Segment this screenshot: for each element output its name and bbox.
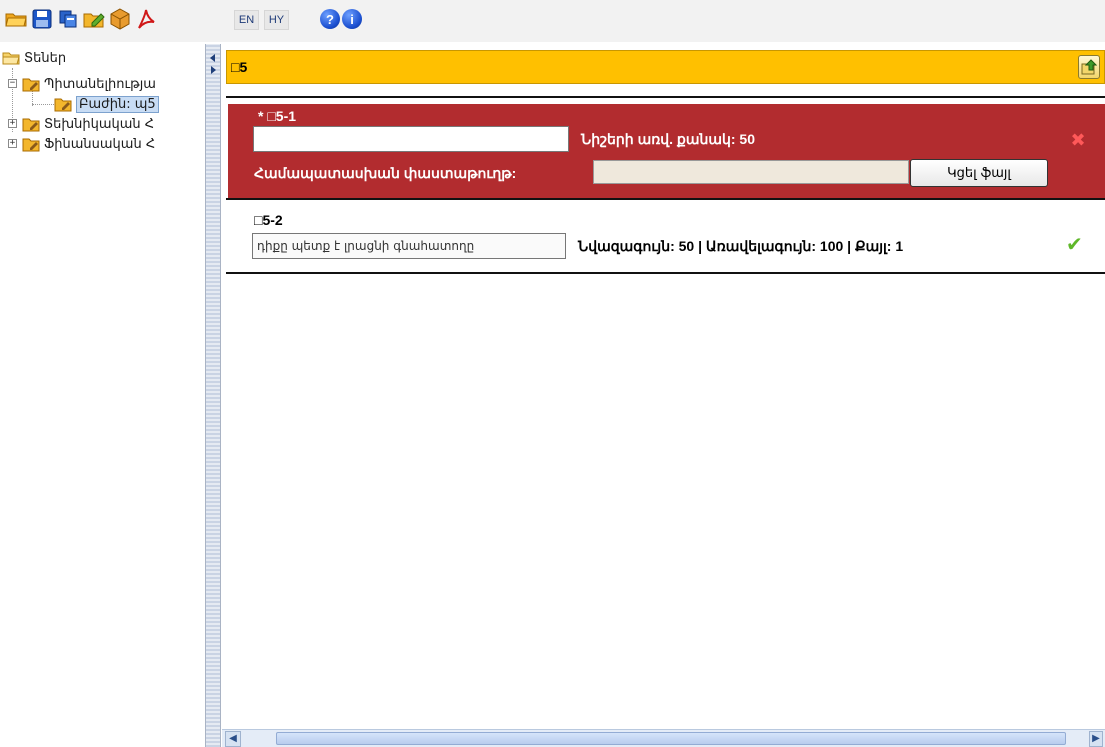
collapse-left-icon[interactable] (209, 52, 217, 76)
char-limit-label: Նիշերի առվ. քանակ: 50 (581, 131, 755, 147)
folder-open-icon (2, 52, 20, 65)
edit-icon[interactable] (82, 7, 106, 31)
remove-icon[interactable]: ✖ (1070, 132, 1086, 150)
tree-connector (32, 104, 54, 105)
language-hy-button[interactable]: HY (264, 10, 289, 30)
question-item-error: * □5-1 Նիշերի առվ. քանակ: 50 Համապատասխա… (228, 104, 1105, 198)
tree-item-section[interactable]: Բաժին: պ5 (54, 94, 159, 114)
info-icon[interactable]: i (342, 9, 362, 29)
help-icon[interactable]: ? (320, 9, 340, 29)
folder-pencil-icon (22, 118, 40, 132)
attach-file-button[interactable]: Կցել ֆայլ (910, 159, 1048, 187)
tree-root[interactable]: Տեներ (2, 48, 66, 68)
divider (226, 96, 1105, 98)
question-title: □5-2 (254, 212, 283, 228)
checkmark-icon: ✔ (1066, 232, 1083, 256)
pdf-icon[interactable] (134, 7, 158, 31)
tree-item-technical[interactable]: Տեխնիկական Հ (22, 114, 154, 134)
export-button[interactable] (1078, 55, 1100, 79)
tree-item-label: Տեխնիկական Հ (44, 116, 155, 132)
folder-pencil-icon (22, 78, 40, 92)
range-constraints-label: Նվազագույն: 50 | Առավելագույն: 100 | Քայ… (578, 238, 904, 254)
question-item-valid: □5-2 դիքը պետք է լրացնի գնահատողը Նվազագ… (228, 200, 1105, 272)
copy-icon[interactable] (56, 7, 80, 31)
panel-title: □5 (231, 59, 248, 75)
navigation-tree: Տեներ − Պիտանելիությա Բաժին: պ5 + Տեխնիկ… (0, 44, 205, 747)
main-toolbar: EN HY ? i (0, 0, 1105, 42)
file-path-field[interactable] (593, 160, 909, 184)
tree-item-label: Ֆինանսական Հ (44, 136, 156, 152)
folder-pencil-icon (22, 138, 40, 152)
tree-item-suitability[interactable]: Պիտանելիությա (22, 74, 156, 94)
divider (226, 272, 1105, 274)
package-icon[interactable] (108, 7, 132, 31)
tree-item-label: Պիտանելիությա (44, 76, 156, 92)
folder-pencil-icon (54, 98, 72, 112)
horizontal-scrollbar[interactable]: ◀ ▶ (222, 729, 1105, 747)
question-title: * □5-1 (258, 108, 297, 124)
scroll-right-icon[interactable]: ▶ (1089, 731, 1103, 747)
expand-icon[interactable]: + (8, 139, 17, 148)
scroll-thumb[interactable] (276, 732, 1066, 745)
upload-icon (1081, 59, 1097, 75)
main-panel: □5 * □5-1 Նիշերի առվ. քանակ: 50 Համապատա… (222, 44, 1105, 747)
tree-root-label: Տեներ (24, 50, 67, 66)
save-icon[interactable] (30, 7, 54, 31)
collapse-icon[interactable]: − (8, 79, 17, 88)
scroll-left-icon[interactable]: ◀ (225, 731, 241, 747)
panel-splitter[interactable] (205, 44, 221, 747)
tree-item-financial[interactable]: Ֆինանսական Հ (22, 134, 155, 154)
number-input[interactable]: դիքը պետք է լրացնի գնահատողը (252, 233, 566, 259)
open-folder-icon[interactable] (4, 7, 28, 31)
expand-icon[interactable]: + (8, 119, 17, 128)
tree-item-label: Բաժին: պ5 (76, 95, 159, 113)
document-label: Համապատասխան փաստաթուղթ: (254, 165, 517, 181)
answer-text-input[interactable] (253, 126, 569, 152)
panel-header: □5 (226, 50, 1105, 84)
language-en-button[interactable]: EN (234, 10, 259, 30)
